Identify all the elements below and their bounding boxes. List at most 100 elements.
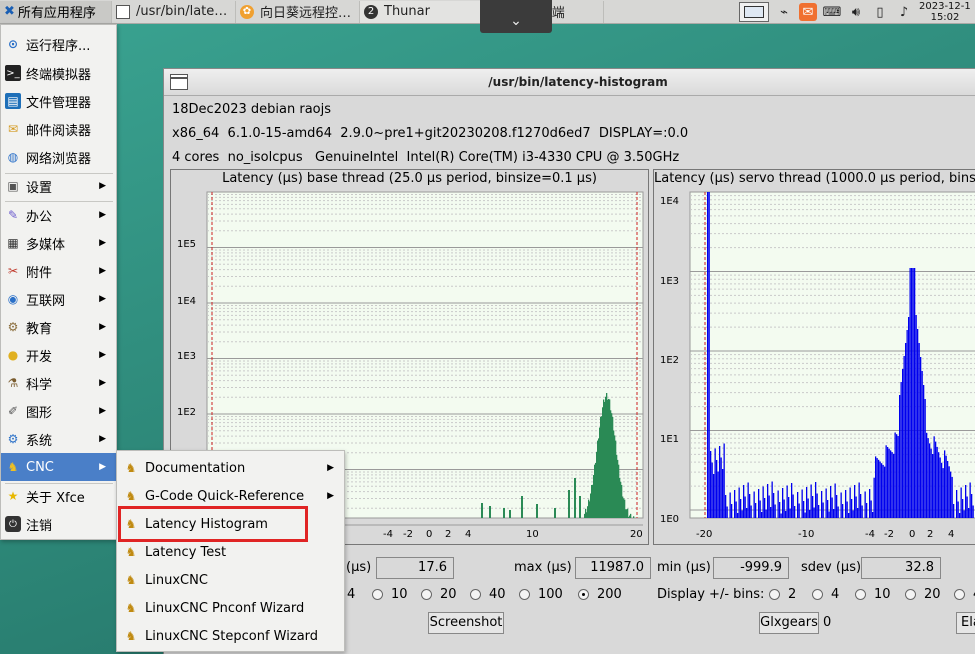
taskbar-item-latency[interactable]: /usr/bin/late… [112,0,236,23]
menu-item-office[interactable]: ✎ 办公 ▶ [1,201,116,229]
servo-bins-option-20[interactable]: 20 [905,587,941,602]
menu-item-settings[interactable]: ▣ 设置 ▶ [1,172,116,200]
submenu-item-linuxcnc[interactable]: ♞ LinuxCNC [117,566,344,594]
chevron-right-icon: ▶ [99,350,106,360]
base-bins-option-200[interactable]: 200 [578,587,622,602]
menu-item-run[interactable]: ⊙ 运行程序... [1,30,116,58]
submenu-item-latency-test[interactable]: ♞ Latency Test [117,538,344,566]
histogram-bar [791,483,793,518]
base-bins-option-40[interactable]: 40 [470,587,506,602]
info-cpu: 4 cores no_isolcpus GenuineIntel Intel(R… [172,150,680,165]
chevron-right-icon: ▶ [99,266,106,276]
radio-icon [519,589,530,600]
info-date-host: 18Dec2023 debian raojs [172,102,332,117]
menu-item-browser[interactable]: ◍ 网络浏览器 [1,143,116,171]
histogram-bar [881,463,883,518]
volume-icon[interactable]: 🔊︎ [847,3,865,21]
histogram-bar [777,490,779,518]
histogram-bar [794,506,796,518]
base-bins-option-10[interactable]: 10 [372,587,408,602]
menu-item-about-xfce[interactable]: ★ 关于 Xfce [1,482,116,510]
servo-y-tick: 1E1 [660,434,679,445]
run-icon: ⊙ [7,37,19,51]
histogram-bar [857,508,859,518]
radio-selected-icon [578,589,589,600]
histogram-bar [809,510,811,518]
menu-item-internet[interactable]: ◉ 互联网 ▶ [1,285,116,313]
histogram-bar [833,509,835,518]
histogram-bar [936,446,938,518]
histogram-bar [911,268,913,518]
histogram-bar [761,512,763,518]
histogram-bar [726,506,728,518]
battery-icon[interactable]: ▯ [871,3,889,21]
servo-bins-option-10[interactable]: 10 [855,587,891,602]
menu-item-accessories[interactable]: ✂ 附件 ▶ [1,257,116,285]
menu-item-cnc[interactable]: ♞ CNC ▶ [1,453,116,481]
histogram-bar [951,476,953,518]
histogram-bar [707,192,709,518]
servo-y-tick: 1E0 [660,514,679,525]
histogram-bar [770,507,772,518]
dropdown-terminal-tab[interactable]: ⌄ [480,0,552,33]
menu-item-science[interactable]: ⚗ 科学 ▶ [1,369,116,397]
histogram-bar [481,503,483,518]
menu-item-system[interactable]: ⚙ 系统 ▶ [1,425,116,453]
menu-item-logout[interactable]: ⏻ 注销 [1,510,116,538]
clock[interactable]: 2023-12-18 15:02 [919,1,971,23]
window-titlebar[interactable]: /usr/bin/latency-histogram [164,69,975,96]
histogram-bar [767,484,769,518]
servo-y-tick: 1E2 [660,355,679,366]
submenu-item-stepconf-wizard[interactable]: ♞ LinuxCNC Stepconf Wizard [117,622,344,650]
histogram-bar [782,488,784,518]
histogram-bar [743,485,745,518]
servo-bins-option-40[interactable]: 4 [954,587,975,602]
elapsed-button[interactable]: Ela [956,612,975,634]
workspace-switcher[interactable] [739,2,769,22]
submenu-item-pncconf-wizard[interactable]: ♞ LinuxCNC Pnconf Wizard [117,594,344,622]
histogram-bar [849,487,851,518]
taskbar-item-sunflower[interactable]: ✿ 向日葵远程控… [236,0,360,23]
base-min-label: (µs) [346,560,372,575]
histogram-bar [722,469,724,518]
menu-item-file-manager[interactable]: ▤ 文件管理器 [1,87,116,115]
histogram-bar [807,498,809,518]
screenshot-button[interactable]: Screenshot [428,612,504,634]
servo-x-tick: 0 [909,529,915,540]
base-bins-option-4[interactable]: 4 [347,587,355,602]
histogram-bar [960,487,962,518]
base-y-tick: 1E2 [177,407,196,418]
taskbar-item-thunar[interactable]: 2 Thunar [360,0,482,23]
applications-menu-button[interactable]: ✖ 所有应用程序 [0,0,112,23]
servo-bins-option-4[interactable]: 4 [812,587,839,602]
system-tray: ⌁ ✉ ⌨ 🔊︎ ▯ ♪ 2023-12-18 15:02 [739,0,975,24]
histogram-bar [861,505,863,518]
servo-min-value: -999.9 [713,557,789,579]
histogram-bar [864,491,866,518]
menu-item-graphics[interactable]: ✐ 图形 ▶ [1,397,116,425]
menu-item-mail[interactable]: ✉ 邮件阅读器 [1,115,116,143]
histogram-bar [941,462,943,518]
menu-item-terminal[interactable]: >_ 终端模拟器 [1,59,116,87]
histogram-bar [836,495,838,518]
histogram-bar [758,489,760,518]
base-x-tick: -2 [403,529,413,540]
base-bins-option-20[interactable]: 20 [421,587,457,602]
histogram-bar [896,434,898,518]
histogram-bar [813,507,815,518]
chevron-right-icon: ▶ [99,181,106,191]
histogram-bar [786,485,788,518]
network-icon[interactable]: ⌁ [775,3,793,21]
sunflower-tray-icon[interactable]: ✉ [799,3,817,21]
menu-item-development[interactable]: ● 开发 ▶ [1,341,116,369]
histogram-bar [803,501,805,518]
servo-bins-option-2[interactable]: 2 [769,587,796,602]
histogram-bar [747,482,749,518]
keyboard-icon[interactable]: ⌨ [823,3,842,21]
menu-item-education[interactable]: ⚙ 教育 ▶ [1,313,116,341]
menu-item-multimedia[interactable]: ▦ 多媒体 ▶ [1,229,116,257]
glxgears-button[interactable]: Glxgears [759,612,819,634]
base-bins-option-100[interactable]: 100 [519,587,563,602]
submenu-item-documentation[interactable]: ♞ Documentation ▶ [117,454,344,482]
notification-bell-icon[interactable]: ♪ [895,3,913,21]
